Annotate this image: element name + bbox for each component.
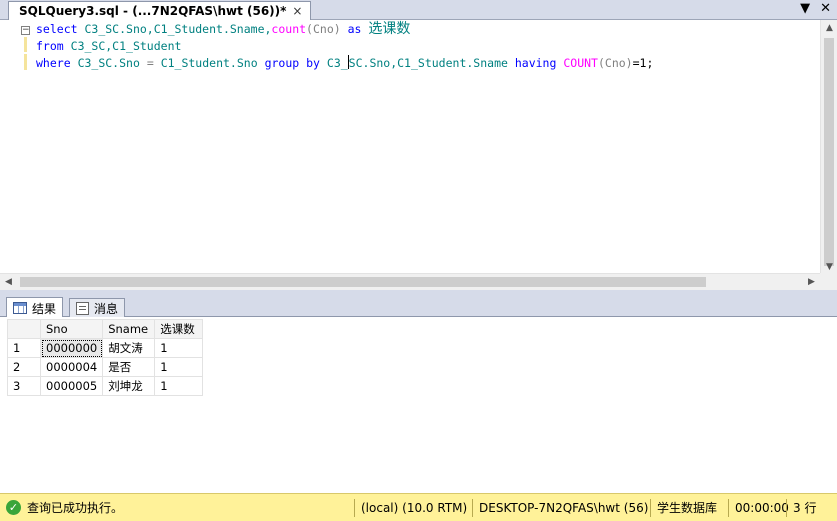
cell-course-count[interactable]: 1 [154, 376, 204, 396]
changed-line-marker [24, 54, 27, 70]
cell-sname[interactable]: 刘坤龙 [102, 376, 156, 396]
where-right: C1_Student.Sno [160, 56, 258, 70]
column-header-sname[interactable]: Sname [102, 319, 156, 339]
message-icon [76, 301, 89, 315]
table-row[interactable]: 1 0000000 胡文涛 1 [7, 338, 204, 358]
status-row-count: 3 行 [786, 499, 816, 517]
status-bar: ✓ 查询已成功执行。 (local) (10.0 RTM) DESKTOP-7N… [0, 493, 837, 521]
select-fields: C3_SC.Sno,C1_Student.Sname, [84, 22, 272, 36]
group-by-columns: SC.Sno,C1_Student.Sname [348, 56, 508, 70]
grid-header-row: Sno Sname 选课数 [7, 319, 204, 339]
function-count-having: COUNT [563, 56, 598, 70]
tab-results[interactable]: 结果 [6, 297, 64, 318]
scroll-right-icon[interactable]: ▶ [803, 274, 820, 291]
vertical-scroll-thumb[interactable] [824, 38, 834, 266]
keyword-as: as [347, 22, 362, 36]
column-header-course-count[interactable]: 选课数 [154, 319, 204, 339]
sql-editor[interactable]: − select C3_SC.Sno,C1_Student.Sname,coun… [0, 20, 837, 286]
document-tab-title: SQLQuery3.sql - (...7N2QFAS\hwt (56))* [19, 4, 287, 18]
sql-code[interactable]: select C3_SC.Sno,C1_Student.Sname,count(… [36, 21, 653, 72]
tab-close-icon[interactable]: × [292, 4, 302, 18]
grid-icon [13, 302, 27, 314]
success-check-icon: ✓ [6, 500, 21, 515]
keyword-select: select [36, 22, 78, 36]
window-close-icon[interactable]: ✕ [820, 1, 831, 16]
cell-sno[interactable]: 0000005 [39, 376, 104, 396]
row-number[interactable]: 2 [7, 357, 41, 377]
cell-course-count[interactable]: 1 [154, 357, 204, 377]
scroll-left-icon[interactable]: ◀ [0, 274, 17, 291]
results-pane: Sno Sname 选课数 1 0000000 胡文涛 1 2 0000004 … [0, 317, 837, 493]
scrollbar-corner [820, 273, 837, 290]
table-row[interactable]: 3 0000005 刘坤龙 1 [7, 376, 204, 396]
row-number[interactable]: 3 [7, 376, 41, 396]
tab-list-dropdown-icon[interactable]: ▼ [800, 1, 810, 16]
function-count: count [271, 22, 307, 36]
tab-messages[interactable]: 消息 [69, 298, 126, 317]
editor-vertical-scrollbar[interactable]: ▲ ▼ [820, 20, 837, 276]
horizontal-scroll-thumb[interactable] [20, 277, 706, 287]
editor-horizontal-scrollbar[interactable]: ◀ ▶ [0, 273, 820, 290]
status-elapsed: 00:00:00 [728, 499, 789, 517]
results-tab-strip: 结果 消息 [0, 295, 837, 318]
status-connection: DESKTOP-7N2QFAS\hwt (56) [472, 499, 648, 517]
keyword-from: from [36, 39, 64, 53]
cell-sname[interactable]: 是否 [102, 357, 156, 377]
changed-line-marker [24, 37, 27, 52]
tab-results-label: 结果 [32, 301, 57, 316]
having-comparison: =1; [632, 56, 654, 70]
status-database: 学生数据库 [650, 499, 717, 517]
tab-messages-label: 消息 [94, 301, 119, 316]
document-tab-strip: SQLQuery3.sql - (...7N2QFAS\hwt (56))* ×… [0, 0, 837, 20]
operator-equals: = [146, 56, 154, 70]
collapse-region-icon[interactable]: − [21, 26, 30, 35]
results-grid[interactable]: Sno Sname 选课数 1 0000000 胡文涛 1 2 0000004 … [7, 319, 204, 396]
editor-gutter [0, 20, 20, 274]
row-number[interactable]: 1 [7, 338, 41, 358]
code-line-1: select C3_SC.Sno,C1_Student.Sname,count(… [36, 21, 653, 38]
cell-sno[interactable]: 0000000 [39, 338, 104, 358]
count-argument: (Cno) [306, 22, 341, 36]
status-message: 查询已成功执行。 [27, 501, 124, 515]
status-server: (local) (10.0 RTM) [354, 499, 467, 517]
having-argument: (Cno) [597, 56, 633, 70]
group-by-prefix: C3_ [326, 56, 348, 70]
document-tab[interactable]: SQLQuery3.sql - (...7N2QFAS\hwt (56))* × [8, 1, 312, 20]
cell-sname[interactable]: 胡文涛 [102, 338, 156, 358]
table-row[interactable]: 2 0000004 是否 1 [7, 357, 204, 377]
keyword-where: where [36, 56, 71, 70]
code-line-2: from C3_SC,C1_Student [36, 38, 653, 55]
code-line-3: where C3_SC.Sno = C1_Student.Sno group b… [36, 55, 653, 72]
cell-course-count[interactable]: 1 [154, 338, 204, 358]
where-left: C3_SC.Sno [77, 56, 140, 70]
keyword-group-by: group by [264, 56, 320, 70]
column-header-sno[interactable]: Sno [39, 319, 104, 339]
cell-sno[interactable]: 0000004 [39, 357, 104, 377]
from-tables: C3_SC,C1_Student [70, 39, 182, 53]
keyword-having: having [514, 56, 557, 70]
column-alias: 选课数 [368, 21, 411, 37]
row-header-corner[interactable] [7, 319, 41, 339]
scroll-up-icon[interactable]: ▲ [821, 20, 837, 37]
